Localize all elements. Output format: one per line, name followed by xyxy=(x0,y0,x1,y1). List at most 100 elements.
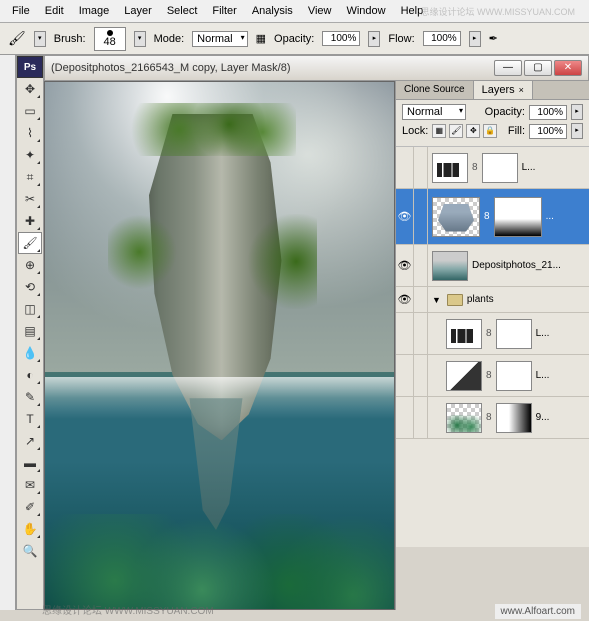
link-column[interactable] xyxy=(414,245,428,286)
dodge-tool[interactable]: ◐ xyxy=(18,364,42,386)
tab-layers[interactable]: Layers× xyxy=(474,81,533,99)
narrow-divider xyxy=(0,55,16,610)
hand-tool[interactable]: ✋ xyxy=(18,518,42,540)
menu-window[interactable]: Window xyxy=(340,3,391,19)
layer-row[interactable]: 👁 8... xyxy=(396,189,589,245)
lock-position-icon[interactable]: ✥ xyxy=(466,124,480,138)
layer-row[interactable]: 👁 Depositphotos_21... xyxy=(396,245,589,287)
zoom-tool[interactable]: 🔍 xyxy=(18,540,42,562)
crop-tool[interactable]: ⌗ xyxy=(18,166,42,188)
menu-layer[interactable]: Layer xyxy=(118,3,158,19)
eyedropper-tool[interactable]: ✐ xyxy=(18,496,42,518)
layer-opacity-slider[interactable]: ▸ xyxy=(571,104,583,120)
document-titlebar[interactable]: (Depositphotos_2166543_M copy, Layer Mas… xyxy=(44,55,589,81)
menu-edit[interactable]: Edit xyxy=(39,3,70,19)
layer-row[interactable]: 8L... xyxy=(396,147,589,189)
mode-select[interactable]: Normal xyxy=(192,31,247,47)
path-tool[interactable]: ↗ xyxy=(18,430,42,452)
blend-mode-select[interactable]: Normal xyxy=(402,104,466,120)
link-column[interactable] xyxy=(414,397,428,438)
wand-tool[interactable]: ✦ xyxy=(18,144,42,166)
flow-slider[interactable]: ▸ xyxy=(469,31,481,47)
brush-tool-icon[interactable]: 🖌 xyxy=(8,30,26,47)
mask-thumb[interactable] xyxy=(496,403,532,433)
expand-toggle[interactable]: ▼ xyxy=(432,295,441,305)
shape-tool[interactable]: ▬ xyxy=(18,452,42,474)
mask-thumb[interactable] xyxy=(482,153,518,183)
lock-pixels-icon[interactable]: 🖌 xyxy=(449,124,463,138)
mask-thumb[interactable] xyxy=(496,319,532,349)
layer-row[interactable]: 8L... xyxy=(396,313,589,355)
brush-tool[interactable]: 🖌 xyxy=(18,232,42,254)
marquee-tool[interactable]: ▭ xyxy=(18,100,42,122)
tab-clone-source[interactable]: Clone Source xyxy=(396,81,474,99)
airbrush-icon[interactable]: ✒ xyxy=(489,32,498,45)
pen-tool[interactable]: ✎ xyxy=(18,386,42,408)
brush-preview[interactable]: 48 xyxy=(94,27,126,51)
menu-file[interactable]: File xyxy=(6,3,36,19)
link-icon: 8 xyxy=(486,412,492,423)
blur-tool[interactable]: 💧 xyxy=(18,342,42,364)
history-brush-tool[interactable]: ⟲ xyxy=(18,276,42,298)
canvas[interactable] xyxy=(44,81,395,610)
minimize-button[interactable]: — xyxy=(494,60,522,76)
layer-thumb[interactable] xyxy=(432,197,480,237)
notes-tool[interactable]: ✉ xyxy=(18,474,42,496)
adjustment-thumb[interactable] xyxy=(432,153,468,183)
link-column[interactable] xyxy=(414,355,428,396)
adjustment-thumb[interactable] xyxy=(446,319,482,349)
visibility-toggle[interactable] xyxy=(396,355,414,396)
menu-select[interactable]: Select xyxy=(161,3,204,19)
options-bar: 🖌 ▾ Brush: 48 ▾ Mode: Normal ▦ Opacity: … xyxy=(0,23,589,55)
slice-tool[interactable]: ✂ xyxy=(18,188,42,210)
visibility-toggle[interactable]: 👁 xyxy=(396,189,414,244)
brush-panel-icon[interactable]: ▦ xyxy=(256,32,266,45)
layer-row[interactable]: 89... xyxy=(396,397,589,439)
eraser-tool[interactable]: ◫ xyxy=(18,298,42,320)
layer-thumb[interactable] xyxy=(446,403,482,433)
gradient-tool[interactable]: ▤ xyxy=(18,320,42,342)
adjustment-thumb[interactable] xyxy=(446,361,482,391)
brush-label: Brush: xyxy=(54,33,86,45)
link-column[interactable] xyxy=(414,189,428,244)
link-column[interactable] xyxy=(414,147,428,188)
move-tool[interactable]: ✥ xyxy=(18,78,42,100)
layer-opacity-input[interactable]: 100% xyxy=(529,105,567,120)
foliage-top xyxy=(129,103,297,156)
layer-thumb[interactable] xyxy=(432,251,468,281)
lock-all-icon[interactable]: 🔒 xyxy=(483,124,497,138)
type-tool[interactable]: T xyxy=(18,408,42,430)
close-tab-icon[interactable]: × xyxy=(519,85,524,95)
coral xyxy=(45,514,394,609)
stamp-tool[interactable]: ⊕ xyxy=(18,254,42,276)
lock-label: Lock: xyxy=(402,125,428,137)
visibility-toggle[interactable]: 👁 xyxy=(396,245,414,286)
visibility-toggle[interactable] xyxy=(396,313,414,354)
opacity-slider[interactable]: ▸ xyxy=(368,31,380,47)
maximize-button[interactable]: ▢ xyxy=(524,60,552,76)
flow-input[interactable]: 100% xyxy=(423,31,461,46)
fill-slider[interactable]: ▸ xyxy=(571,123,583,139)
link-column[interactable] xyxy=(414,287,428,312)
menu-analysis[interactable]: Analysis xyxy=(246,3,299,19)
tool-preset-dropdown[interactable]: ▾ xyxy=(34,31,46,47)
menu-filter[interactable]: Filter xyxy=(206,3,242,19)
opacity-input[interactable]: 100% xyxy=(322,31,360,46)
visibility-toggle[interactable] xyxy=(396,147,414,188)
visibility-toggle[interactable]: 👁 xyxy=(396,287,414,312)
menu-view[interactable]: View xyxy=(302,3,338,19)
layer-row[interactable]: 8L... xyxy=(396,355,589,397)
visibility-toggle[interactable] xyxy=(396,397,414,438)
lasso-tool[interactable]: ⌇ xyxy=(18,122,42,144)
link-column[interactable] xyxy=(414,313,428,354)
heal-tool[interactable]: ✚ xyxy=(18,210,42,232)
mask-thumb[interactable] xyxy=(494,197,542,237)
menu-image[interactable]: Image xyxy=(73,3,116,19)
layer-group-row[interactable]: 👁 ▼plants xyxy=(396,287,589,313)
brush-dropdown[interactable]: ▾ xyxy=(134,31,146,47)
fill-input[interactable]: 100% xyxy=(529,124,567,139)
mask-thumb[interactable] xyxy=(496,361,532,391)
link-icon: 8 xyxy=(486,370,492,381)
close-button[interactable]: ✕ xyxy=(554,60,582,76)
lock-transparent-icon[interactable]: ▦ xyxy=(432,124,446,138)
